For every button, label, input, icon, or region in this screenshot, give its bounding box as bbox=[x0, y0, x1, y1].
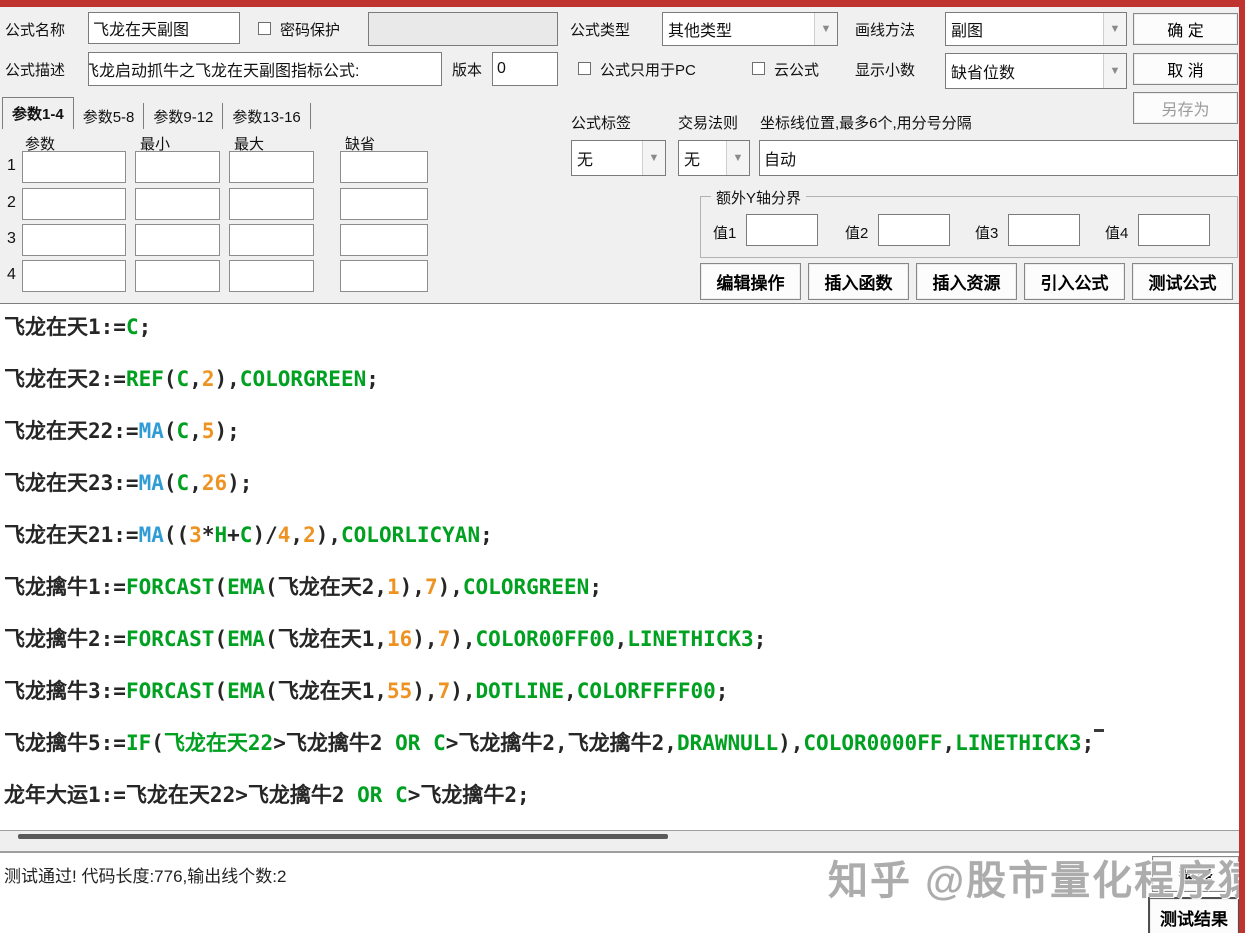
param-input-r2c2[interactable] bbox=[135, 188, 220, 220]
param-input-r3c3[interactable] bbox=[229, 224, 314, 256]
test-status-message: 测试通过! 代码长度:776,输出线个数:2 bbox=[4, 867, 287, 886]
y-value-input-2[interactable] bbox=[878, 214, 950, 246]
param-input-r1c4[interactable] bbox=[340, 151, 428, 183]
status-panel: 测试通过! 代码长度:776,输出线个数:2 bbox=[0, 853, 1245, 933]
horizontal-scrollbar-thumb[interactable] bbox=[18, 834, 668, 839]
formula-desc-input[interactable]: 飞龙启动抓牛之飞龙在天副图指标公式: bbox=[88, 52, 442, 86]
dialog-top-border bbox=[0, 0, 1245, 7]
param-row-label: 1 bbox=[7, 157, 16, 174]
decimal-label: 显示小数 bbox=[855, 62, 916, 79]
param-row-label: 3 bbox=[7, 230, 16, 247]
ok-button[interactable]: 确 定 bbox=[1133, 13, 1238, 45]
cancel-button[interactable]: 取 消 bbox=[1133, 53, 1238, 85]
chevron-down-icon[interactable]: ▼ bbox=[814, 13, 837, 45]
trade-rule-label: 交易法则 bbox=[678, 115, 739, 132]
code-line-1: 飞龙在天1:=C; bbox=[4, 315, 152, 339]
chevron-down-icon[interactable]: ▼ bbox=[726, 141, 749, 175]
action-button-测试公式[interactable]: 测试公式 bbox=[1132, 263, 1233, 300]
pc-only-label: 公式只用于PC bbox=[600, 62, 696, 79]
formula-editor-dialog: 公式名称 飞龙在天副图 密码保护 公式类型 其他类型 ▼ 画线方法 副图 ▼ 确 定… bbox=[0, 0, 1245, 933]
param-row-label: 2 bbox=[7, 194, 16, 211]
action-button-插入函数[interactable]: 插入函数 bbox=[808, 263, 909, 300]
code-line-4: 飞龙在天23:=MA(C,26); bbox=[4, 471, 253, 495]
draw-method-label: 画线方法 bbox=[855, 22, 916, 39]
param-input-r1c1[interactable] bbox=[22, 151, 126, 183]
formula-code-editor[interactable]: 飞龙在天1:=C; 飞龙在天2:=REF(C,2),COLORGREEN; 飞龙在天… bbox=[0, 303, 1239, 831]
param-input-r2c1[interactable] bbox=[22, 188, 126, 220]
code-line-8: 飞龙擒牛3:=FORCAST(EMA(飞龙在天1,55),7),DOTLINE,… bbox=[4, 679, 729, 703]
action-button-编辑操作[interactable]: 编辑操作 bbox=[700, 263, 801, 300]
tab-参数13-16[interactable]: 参数13-16 bbox=[223, 103, 311, 129]
tab-参数5-8[interactable]: 参数5-8 bbox=[74, 103, 145, 129]
code-line-5: 飞龙在天21:=MA((3*H+C)/4,2),COLORLICYAN; bbox=[4, 523, 493, 547]
param-row-label: 4 bbox=[7, 266, 16, 283]
param-input-r3c2[interactable] bbox=[135, 224, 220, 256]
y-value-input-4[interactable] bbox=[1138, 214, 1210, 246]
y-value-label-1: 值1 bbox=[713, 225, 737, 242]
version-label: 版本 bbox=[452, 62, 483, 79]
code-line-6: 飞龙擒牛1:=FORCAST(EMA(飞龙在天2,1),7),COLORGREE… bbox=[4, 575, 602, 599]
param-input-r4c4[interactable] bbox=[340, 260, 428, 292]
param-input-r3c1[interactable] bbox=[22, 224, 126, 256]
cloud-formula-checkbox[interactable] bbox=[752, 62, 765, 75]
chevron-down-icon[interactable]: ▼ bbox=[1103, 54, 1126, 88]
tab-参数1-4[interactable]: 参数1-4 bbox=[2, 97, 74, 129]
formula-type-label: 公式类型 bbox=[570, 22, 631, 39]
formula-tag-select[interactable]: 无 ▼ bbox=[571, 140, 666, 176]
param-input-r1c3[interactable] bbox=[229, 151, 314, 183]
formula-desc-label: 公式描述 bbox=[5, 62, 66, 79]
decimal-select[interactable]: 缺省位数 ▼ bbox=[945, 53, 1127, 89]
password-label: 密码保护 bbox=[280, 22, 341, 39]
code-line-7: 飞龙擒牛2:=FORCAST(EMA(飞龙在天1,16),7),COLOR00F… bbox=[4, 627, 767, 651]
pc-only-checkbox[interactable] bbox=[578, 62, 591, 75]
param-input-r3c4[interactable] bbox=[340, 224, 428, 256]
code-line-10: 龙年大运1:=飞龙在天22>飞龙擒牛2 OR C>飞龙擒牛2; bbox=[4, 783, 530, 807]
action-button-引入公式[interactable]: 引入公式 bbox=[1024, 263, 1125, 300]
axis-position-input[interactable]: 自动 bbox=[759, 140, 1238, 176]
chevron-down-icon[interactable]: ▼ bbox=[642, 141, 665, 175]
horizontal-scrollbar[interactable] bbox=[0, 831, 1239, 850]
y-value-label-3: 值3 bbox=[975, 225, 999, 242]
cloud-formula-label: 云公式 bbox=[774, 62, 820, 79]
code-line-9: 飞龙擒牛5:=IF(飞龙在天22>飞龙擒牛2 OR C>飞龙擒牛2,飞龙擒牛2,… bbox=[4, 727, 1105, 757]
password-input[interactable] bbox=[368, 12, 558, 46]
draw-method-select[interactable]: 副图 ▼ bbox=[945, 12, 1127, 46]
y-value-label-2: 值2 bbox=[845, 225, 869, 242]
formula-tag-label: 公式标签 bbox=[571, 115, 632, 132]
formula-type-select[interactable]: 其他类型 ▼ bbox=[662, 12, 838, 46]
param-input-r4c3[interactable] bbox=[229, 260, 314, 292]
axis-position-label: 坐标线位置,最多6个,用分号分隔 bbox=[760, 115, 972, 132]
param-input-r4c2[interactable] bbox=[135, 260, 220, 292]
formula-name-label: 公式名称 bbox=[5, 22, 66, 39]
extra-y-axis-group-label: 额外Y轴分界 bbox=[711, 187, 807, 208]
param-input-r1c2[interactable] bbox=[135, 151, 220, 183]
test-result-button[interactable]: 测试结果 bbox=[1148, 897, 1240, 933]
code-line-3: 飞龙在天22:=MA(C,5); bbox=[4, 419, 240, 443]
action-button-插入资源[interactable]: 插入资源 bbox=[916, 263, 1017, 300]
trade-rule-select[interactable]: 无 ▼ bbox=[678, 140, 750, 176]
y-value-label-4: 值4 bbox=[1105, 225, 1129, 242]
param-input-r2c3[interactable] bbox=[229, 188, 314, 220]
dialog-right-border bbox=[1239, 0, 1245, 933]
chevron-down-icon[interactable]: ▼ bbox=[1103, 13, 1126, 45]
code-line-2: 飞龙在天2:=REF(C,2),COLORGREEN; bbox=[4, 367, 379, 391]
y-value-input-1[interactable] bbox=[746, 214, 818, 246]
save-as-button[interactable]: 另存为 bbox=[1133, 92, 1238, 124]
text-caret bbox=[1094, 729, 1105, 732]
y-value-input-3[interactable] bbox=[1008, 214, 1080, 246]
formula-name-input[interactable]: 飞龙在天副图 bbox=[88, 12, 240, 44]
password-checkbox[interactable] bbox=[258, 22, 271, 35]
translate-button[interactable]: 翻译 bbox=[1152, 856, 1239, 892]
tab-参数9-12[interactable]: 参数9-12 bbox=[144, 103, 224, 129]
param-tabbar: 参数1-4 参数5-8 参数9-12 参数13-16 bbox=[2, 97, 311, 129]
param-input-r2c4[interactable] bbox=[340, 188, 428, 220]
version-input[interactable]: 0 bbox=[492, 52, 558, 86]
param-input-r4c1[interactable] bbox=[22, 260, 126, 292]
